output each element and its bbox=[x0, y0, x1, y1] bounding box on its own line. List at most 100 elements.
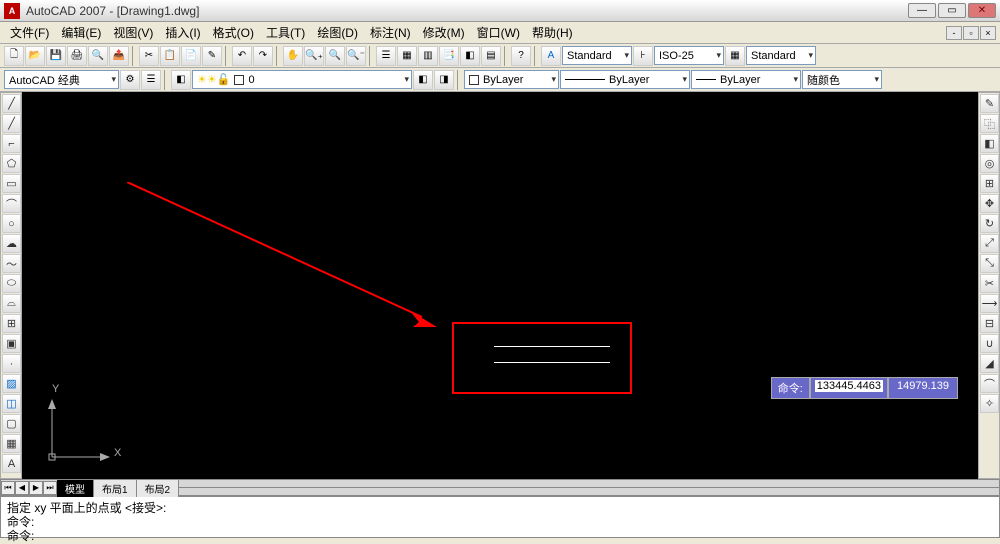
workspace-combo[interactable]: AutoCAD 经典 bbox=[4, 70, 119, 89]
block-icon[interactable]: ▣ bbox=[2, 334, 21, 353]
move-icon[interactable]: ✥ bbox=[980, 194, 999, 213]
cut-icon[interactable]: ✂ bbox=[139, 46, 159, 66]
drawing-canvas[interactable]: Y X 命令: 133445.4463 14979.139 bbox=[22, 92, 978, 479]
markup-icon[interactable]: ◧ bbox=[460, 46, 480, 66]
tab-next-icon[interactable]: ▶ bbox=[29, 481, 43, 495]
circle-icon[interactable]: ○ bbox=[2, 214, 21, 233]
extend-icon[interactable]: ⟶ bbox=[980, 294, 999, 313]
menu-insert[interactable]: 插入(I) bbox=[159, 22, 206, 43]
textstyle-icon[interactable]: A bbox=[541, 46, 561, 66]
rectangle-icon[interactable]: ▭ bbox=[2, 174, 21, 193]
menu-view[interactable]: 视图(V) bbox=[107, 22, 159, 43]
palette-icon[interactable]: ▥ bbox=[418, 46, 438, 66]
save-icon[interactable]: 💾 bbox=[46, 46, 66, 66]
offset-icon[interactable]: ◎ bbox=[980, 154, 999, 173]
dcenter-icon[interactable]: ▦ bbox=[397, 46, 417, 66]
trim-icon[interactable]: ✂ bbox=[980, 274, 999, 293]
gradient-icon[interactable]: ◫ bbox=[2, 394, 21, 413]
copy-icon[interactable]: 📋 bbox=[160, 46, 180, 66]
preview-icon[interactable]: 🔍 bbox=[88, 46, 108, 66]
ws-toolbar-icon[interactable]: ☰ bbox=[141, 70, 161, 90]
tablestyle-icon[interactable]: ▦ bbox=[725, 46, 745, 66]
properties-icon[interactable]: ☰ bbox=[376, 46, 396, 66]
tab-model[interactable]: 模型 bbox=[57, 479, 94, 497]
tab-last-icon[interactable]: ⏭ bbox=[43, 481, 57, 495]
publish-icon[interactable]: 📤 bbox=[109, 46, 129, 66]
dyn-x-field[interactable]: 133445.4463 bbox=[810, 377, 888, 399]
paste-icon[interactable]: 📄 bbox=[181, 46, 201, 66]
open-icon[interactable]: 📂 bbox=[25, 46, 45, 66]
tab-layout1[interactable]: 布局1 bbox=[94, 479, 137, 497]
menu-help[interactable]: 帮助(H) bbox=[526, 22, 579, 43]
layerprops-icon[interactable]: ◧ bbox=[171, 70, 191, 90]
tab-prev-icon[interactable]: ◀ bbox=[15, 481, 29, 495]
doc-restore-button[interactable]: ▫ bbox=[963, 26, 979, 40]
chamfer-icon[interactable]: ◢ bbox=[980, 354, 999, 373]
point-icon[interactable]: · bbox=[2, 354, 21, 373]
menu-modify[interactable]: 修改(M) bbox=[417, 22, 471, 43]
command-line[interactable]: 指定 xy 平面上的点或 <接受>: 命令: 命令: bbox=[0, 496, 1000, 538]
ellipse-icon[interactable]: ⬭ bbox=[2, 274, 21, 293]
tab-layout2[interactable]: 布局2 bbox=[137, 479, 180, 497]
undo-icon[interactable]: ↶ bbox=[232, 46, 252, 66]
textstyle-combo[interactable]: Standard bbox=[562, 46, 632, 65]
tab-first-icon[interactable]: ⏮ bbox=[1, 481, 15, 495]
insert-icon[interactable]: ⊞ bbox=[2, 314, 21, 333]
menu-edit[interactable]: 编辑(E) bbox=[55, 22, 107, 43]
erase-icon[interactable]: ✎ bbox=[980, 94, 999, 113]
menu-dimension[interactable]: 标注(N) bbox=[364, 22, 417, 43]
lineweight-combo[interactable]: ByLayer bbox=[691, 70, 801, 89]
layeriso-icon[interactable]: ◨ bbox=[434, 70, 454, 90]
calc-icon[interactable]: ▤ bbox=[481, 46, 501, 66]
dimstyle-icon[interactable]: ⊦ bbox=[633, 46, 653, 66]
pline-icon[interactable]: ⌐ bbox=[2, 134, 21, 153]
match-icon[interactable]: ✎ bbox=[202, 46, 222, 66]
array-icon[interactable]: ⊞ bbox=[980, 174, 999, 193]
dimstyle-combo[interactable]: ISO-25 bbox=[654, 46, 724, 65]
ellipsearc-icon[interactable]: ⌓ bbox=[2, 294, 21, 313]
line-icon[interactable]: ╱ bbox=[2, 94, 21, 113]
hatch-icon[interactable]: ▨ bbox=[2, 374, 21, 393]
explode-icon[interactable]: ✧ bbox=[980, 394, 999, 413]
ssm-icon[interactable]: 📑 bbox=[439, 46, 459, 66]
mirror-icon[interactable]: ◧ bbox=[980, 134, 999, 153]
zoom-rt-icon[interactable]: 🔍₊ bbox=[304, 46, 324, 66]
plotstyle-combo[interactable]: 随颜色 bbox=[802, 70, 882, 89]
tablestyle-combo[interactable]: Standard bbox=[746, 46, 816, 65]
close-button[interactable]: ✕ bbox=[968, 3, 996, 18]
zoom-prev-icon[interactable]: 🔍⁻ bbox=[346, 46, 366, 66]
table-icon[interactable]: ▦ bbox=[2, 434, 21, 453]
break-icon[interactable]: ⊟ bbox=[980, 314, 999, 333]
help-icon[interactable]: ? bbox=[511, 46, 531, 66]
spline-icon[interactable]: ～ bbox=[2, 254, 21, 273]
redo-icon[interactable]: ↷ bbox=[253, 46, 273, 66]
menu-format[interactable]: 格式(O) bbox=[207, 22, 260, 43]
menu-window[interactable]: 窗口(W) bbox=[471, 22, 526, 43]
color-combo[interactable]: ByLayer bbox=[464, 70, 559, 89]
layerprev-icon[interactable]: ◧ bbox=[413, 70, 433, 90]
menu-file[interactable]: 文件(F) bbox=[4, 22, 55, 43]
mtext-icon[interactable]: A bbox=[2, 454, 21, 473]
menu-tools[interactable]: 工具(T) bbox=[260, 22, 311, 43]
menu-draw[interactable]: 绘图(D) bbox=[311, 22, 364, 43]
maximize-button[interactable]: ▭ bbox=[938, 3, 966, 18]
region-icon[interactable]: ▢ bbox=[2, 414, 21, 433]
pan-icon[interactable]: ✋ bbox=[283, 46, 303, 66]
join-icon[interactable]: ∪ bbox=[980, 334, 999, 353]
minimize-button[interactable]: — bbox=[908, 3, 936, 18]
new-icon[interactable]: 🗋 bbox=[4, 46, 24, 66]
copy-obj-icon[interactable]: ⿻ bbox=[980, 114, 999, 133]
linetype-combo[interactable]: ByLayer bbox=[560, 70, 690, 89]
rotate-icon[interactable]: ↻ bbox=[980, 214, 999, 233]
polygon-icon[interactable]: ⬠ bbox=[2, 154, 21, 173]
wssettings-icon[interactable]: ⚙ bbox=[120, 70, 140, 90]
doc-minimize-button[interactable]: - bbox=[946, 26, 962, 40]
revcloud-icon[interactable]: ☁ bbox=[2, 234, 21, 253]
arc-icon[interactable]: ⌒ bbox=[2, 194, 21, 213]
doc-close-button[interactable]: × bbox=[980, 26, 996, 40]
stretch-icon[interactable]: ⤡ bbox=[980, 254, 999, 273]
zoom-win-icon[interactable]: 🔍 bbox=[325, 46, 345, 66]
layer-combo[interactable]: ☀☀🔓 0 bbox=[192, 70, 412, 89]
cmd-input[interactable]: 命令: bbox=[7, 527, 993, 541]
plot-icon[interactable]: 🖨 bbox=[67, 46, 87, 66]
